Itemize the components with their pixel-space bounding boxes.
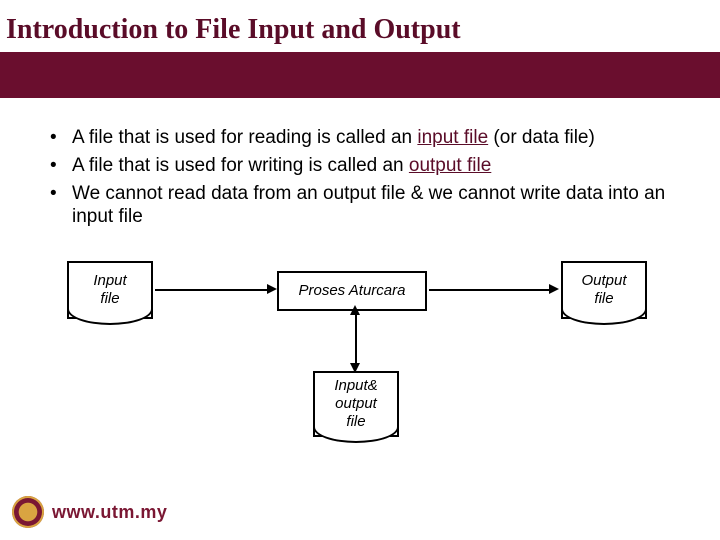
- arrowhead-icon: [350, 363, 360, 373]
- bullet-item: A file that is used for writing is calle…: [30, 154, 684, 178]
- node-label: Input: [93, 272, 126, 289]
- footer-url: www.utm.my: [52, 502, 167, 523]
- bullet-list: A file that is used for reading is calle…: [30, 126, 684, 229]
- node-label: file: [100, 290, 119, 307]
- node-label: file: [594, 290, 613, 307]
- arrow-process-to-output: [429, 289, 549, 291]
- arrow-process-to-io: [355, 313, 357, 367]
- keyword-input-file: input file: [417, 127, 488, 148]
- slide-title: Introduction to File Input and Output: [0, 14, 720, 46]
- node-label: file: [346, 413, 365, 430]
- keyword-output-file: output file: [409, 155, 491, 176]
- bullet-text: A file that is used for writing is calle…: [72, 155, 409, 176]
- node-label: Input&: [334, 377, 377, 394]
- arrowhead-icon: [267, 284, 277, 294]
- utm-logo-icon: [12, 496, 44, 528]
- bullet-item: A file that is used for reading is calle…: [30, 126, 684, 150]
- footer: www.utm.my: [12, 496, 167, 528]
- bullet-text: We cannot read data from an output file …: [72, 183, 665, 228]
- node-io-file: Input& output file: [313, 371, 399, 437]
- content-area: A file that is used for reading is calle…: [0, 98, 720, 447]
- flow-diagram: Input file Proses Aturcara Output file I…: [67, 257, 647, 447]
- node-label: Proses Aturcara: [299, 282, 406, 300]
- node-label: Output: [581, 272, 626, 289]
- arrow-input-to-process: [155, 289, 267, 291]
- arrowhead-icon: [350, 305, 360, 315]
- node-output-file: Output file: [561, 261, 647, 319]
- bullet-item: We cannot read data from an output file …: [30, 182, 684, 230]
- arrowhead-icon: [549, 284, 559, 294]
- node-label: output: [335, 395, 377, 412]
- header-band: [0, 52, 720, 98]
- bullet-text: (or data file): [488, 127, 595, 148]
- node-input-file: Input file: [67, 261, 153, 319]
- title-bar: Introduction to File Input and Output: [0, 0, 720, 52]
- bullet-text: A file that is used for reading is calle…: [72, 127, 417, 148]
